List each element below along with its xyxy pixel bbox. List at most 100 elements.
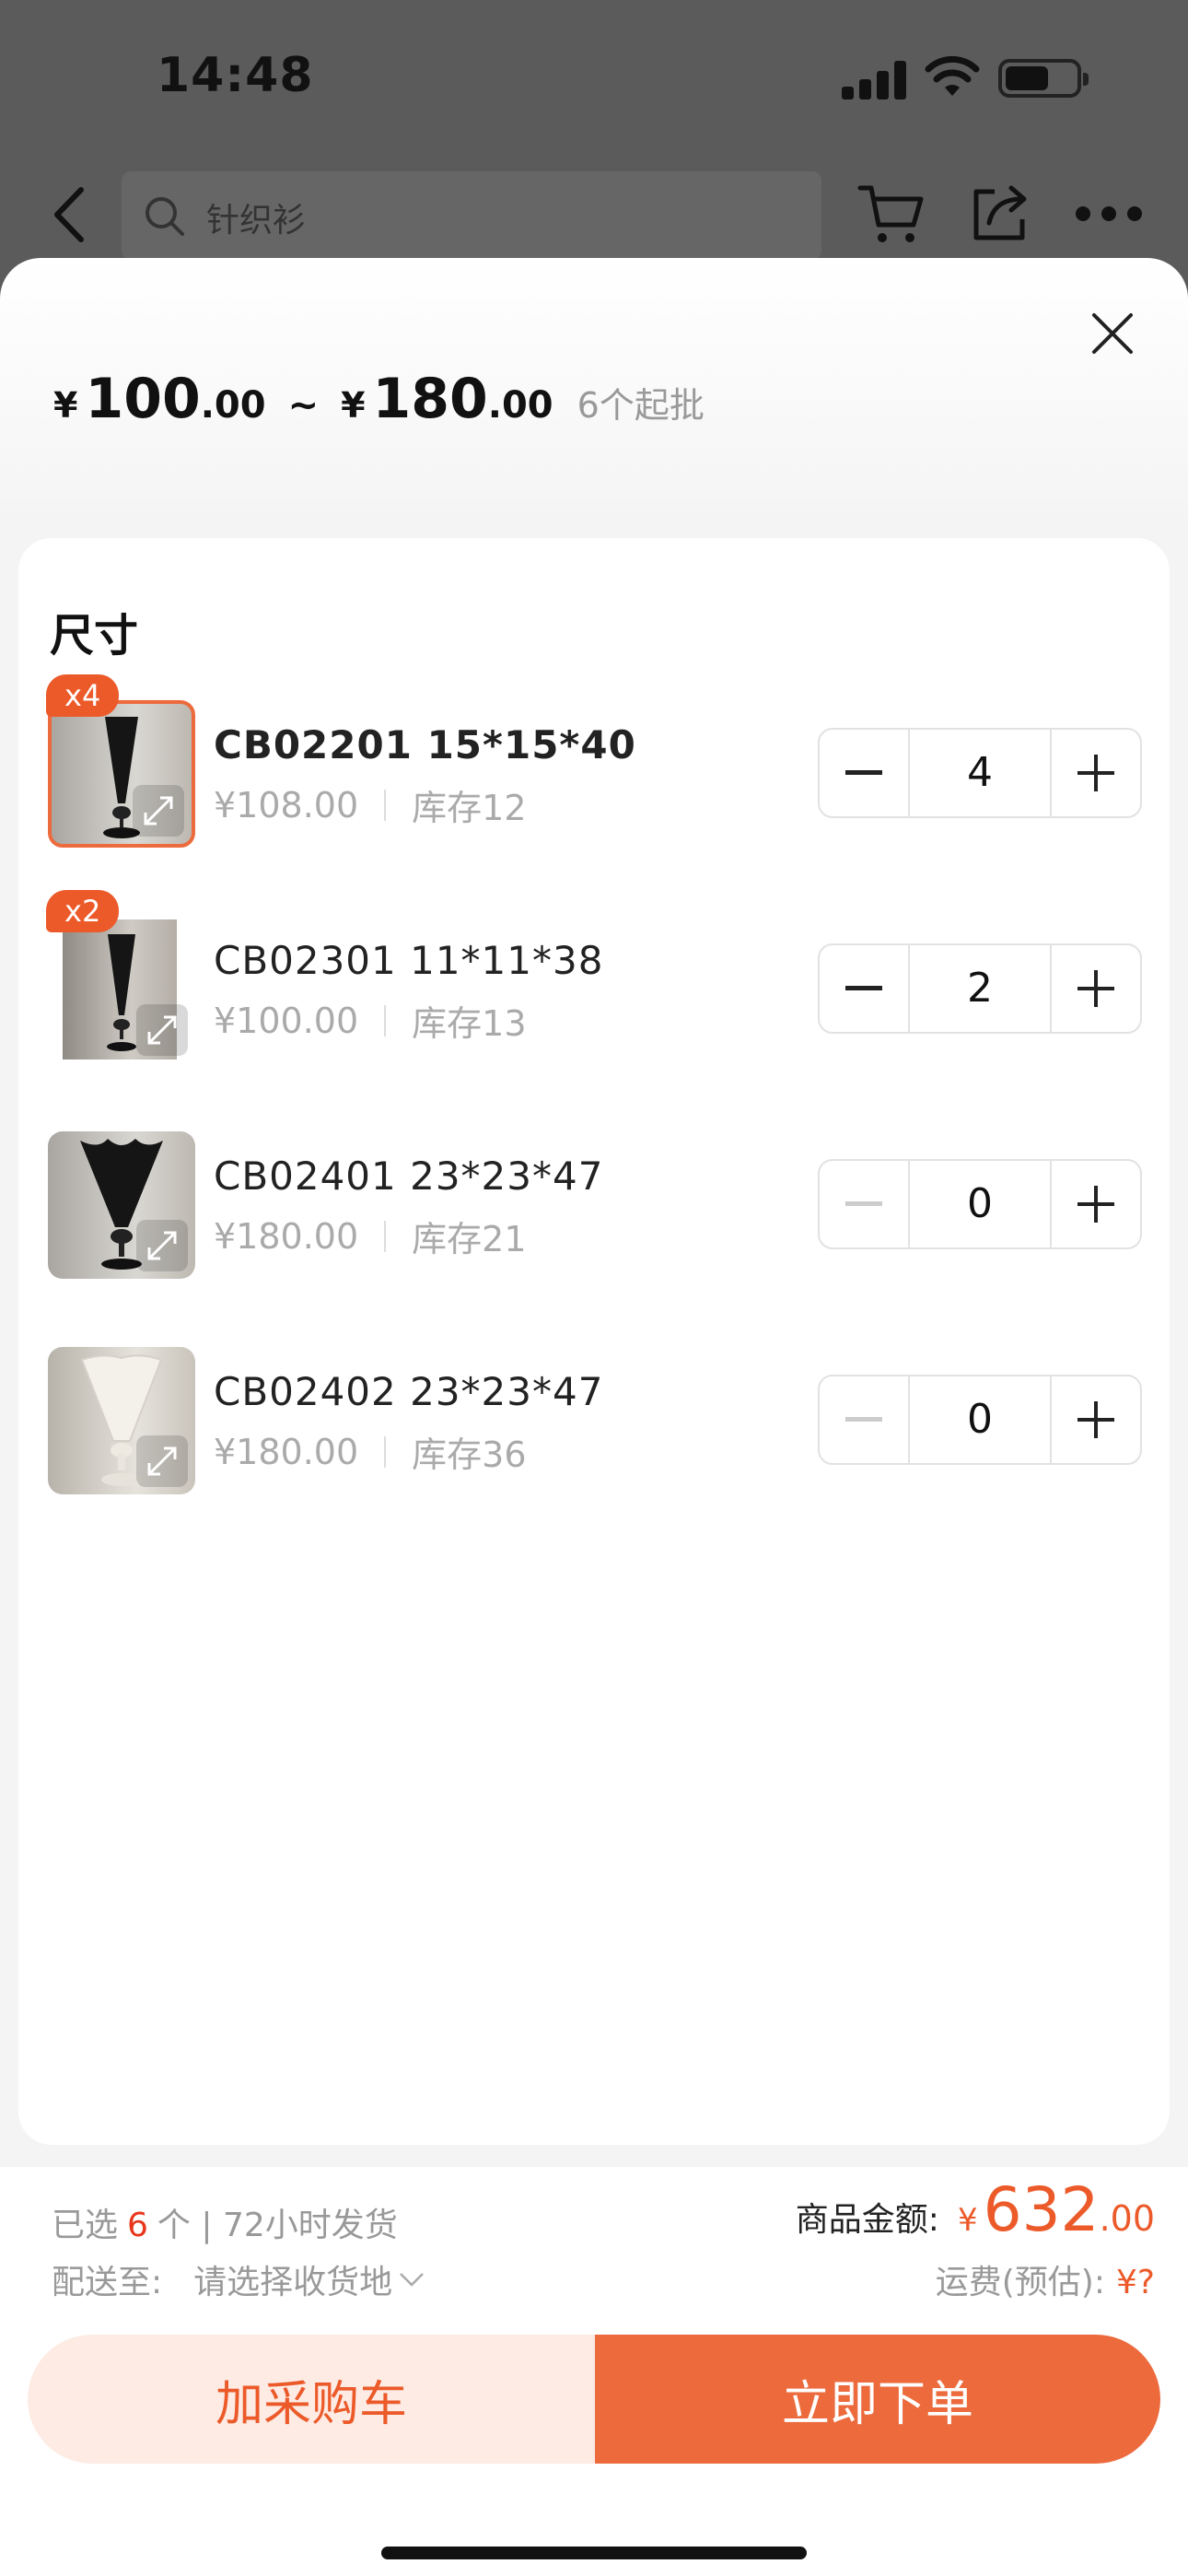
sku-stock: 库存12 [412, 788, 527, 828]
minus-icon [845, 986, 882, 990]
sku-row: x2 CB02301 11*11*38 ¥100.00 库存13 2 [18, 890, 1170, 1067]
plus-icon [1077, 755, 1114, 791]
price-max-currency: ¥ [341, 385, 366, 426]
price-max-dec: .00 [487, 384, 553, 427]
divider [384, 1435, 387, 1468]
product-thumbnail[interactable] [48, 916, 195, 1063]
sku-stock: 库存13 [412, 1003, 527, 1044]
wifi-icon [925, 55, 980, 96]
share-icon[interactable] [967, 181, 1033, 247]
amount-dec: .00 [1099, 2198, 1155, 2239]
plus-icon [1077, 1186, 1114, 1223]
selected-prefix: 已选 [52, 2207, 119, 2244]
plus-icon [1077, 970, 1114, 1007]
minus-icon [845, 1417, 882, 1422]
quantity-value[interactable]: 4 [908, 730, 1052, 816]
more-icon[interactable] [1076, 206, 1142, 225]
sku-price: ¥180.00 [214, 1215, 359, 1257]
sku-meta: ¥180.00 库存36 [214, 1426, 527, 1477]
chevron-down-icon [400, 2273, 425, 2287]
cart-icon[interactable] [856, 181, 926, 247]
decrement-button[interactable] [820, 1161, 908, 1247]
selected-summary: 已选 6 个 | 72小时发货 [52, 2198, 398, 2246]
qty-badge: x4 [46, 674, 120, 717]
decrement-button[interactable] [820, 945, 908, 1032]
search-placeholder: 针织衫 [206, 202, 307, 240]
increment-button[interactable] [1052, 1161, 1140, 1247]
back-icon[interactable] [44, 182, 99, 247]
buy-now-button[interactable]: 立即下单 [595, 2335, 1160, 2464]
goods-amount: 商品金额: ¥ 632 .00 [796, 2174, 1155, 2245]
sku-stock: 库存21 [412, 1219, 527, 1259]
divider [384, 789, 387, 821]
sku-meta: ¥180.00 库存21 [214, 1211, 527, 1261]
freight-estimate: 运费(预估): ¥? [936, 2255, 1155, 2303]
quantity-stepper: 0 [818, 1375, 1142, 1465]
product-thumbnail[interactable] [48, 1131, 195, 1279]
sku-price: ¥100.00 [214, 1000, 359, 1041]
amount-label: 商品金额: [795, 2201, 939, 2239]
price-separator: ~ [287, 384, 320, 427]
decrement-button[interactable] [820, 1376, 908, 1463]
decrement-button[interactable] [820, 730, 908, 816]
freight-value: ¥? [1115, 2264, 1155, 2301]
price-min-dec: .00 [200, 384, 266, 427]
sku-meta: ¥108.00 库存12 [214, 779, 527, 830]
close-icon[interactable] [1085, 306, 1140, 361]
sku-name: CB02401 23*23*47 [214, 1153, 604, 1199]
expand-icon[interactable] [136, 1220, 188, 1271]
sku-name: CB02201 15*15*40 [214, 722, 636, 767]
status-time: 14:48 [157, 48, 314, 103]
product-thumbnail[interactable] [48, 1347, 195, 1494]
sku-row: x4 CB02201 15*15*40 ¥108.00 库存12 4 [18, 674, 1170, 851]
ship-value: 请选择收货地 [193, 2264, 393, 2301]
sku-row: CB02402 23*23*47 ¥180.00 库存36 0 [18, 1341, 1170, 1498]
increment-button[interactable] [1052, 1376, 1140, 1463]
product-thumbnail[interactable] [48, 700, 195, 848]
status-bar: 14:48 [0, 0, 1188, 157]
increment-button[interactable] [1052, 730, 1140, 816]
min-order-qty: 6个起批 [577, 385, 705, 426]
section-title: 尺寸 [50, 610, 139, 662]
battery-icon [998, 59, 1089, 98]
search-bar[interactable]: 针织衫 [122, 171, 821, 260]
price-min-currency: ¥ [53, 385, 78, 426]
expand-icon[interactable] [133, 785, 184, 837]
sku-price: ¥108.00 [214, 784, 359, 825]
sku-stock: 库存36 [412, 1434, 527, 1475]
sku-meta: ¥100.00 库存13 [214, 995, 527, 1046]
checkout-footer: 已选 6 个 | 72小时发货 配送至: 请选择收货地 商品金额: ¥ 632 .0… [0, 2167, 1188, 2576]
quantity-stepper: 4 [818, 728, 1142, 818]
amount-int: 632 [983, 2174, 1100, 2245]
quantity-value[interactable]: 2 [908, 945, 1052, 1032]
minus-icon [845, 1201, 882, 1206]
selected-suffix: 个 | 72小时发货 [157, 2207, 398, 2244]
divider [384, 1220, 387, 1252]
add-to-cart-button[interactable]: 加采购车 [28, 2335, 595, 2464]
expand-icon[interactable] [136, 1004, 188, 1056]
amount-currency: ¥ [957, 2202, 978, 2239]
divider [384, 1004, 387, 1036]
increment-button[interactable] [1052, 945, 1140, 1032]
sku-name: CB02301 11*11*38 [214, 938, 604, 983]
quantity-value[interactable]: 0 [908, 1376, 1052, 1463]
home-indicator [381, 2547, 807, 2559]
qty-badge: x2 [46, 890, 120, 932]
price-range: ¥ 100 .00 ~ ¥ 180 .00 6个起批 [53, 367, 705, 431]
shipping-address-selector[interactable]: 配送至: 请选择收货地 [52, 2255, 425, 2303]
price-max-int: 180 [372, 367, 488, 431]
search-icon [146, 197, 184, 236]
ship-label: 配送至: [52, 2264, 163, 2301]
signal-icon [842, 59, 906, 100]
freight-label: 运费(预估): [935, 2264, 1105, 2301]
sku-row: CB02401 23*23*47 ¥180.00 库存21 0 [18, 1126, 1170, 1282]
expand-icon[interactable] [136, 1435, 188, 1487]
plus-icon [1077, 1401, 1114, 1438]
quantity-value[interactable]: 0 [908, 1161, 1052, 1247]
sku-name: CB02402 23*23*47 [214, 1369, 604, 1414]
quantity-stepper: 0 [818, 1159, 1142, 1249]
sku-card: 尺寸 x4 CB02201 15*15*40 ¥108.00 库存12 4 x2… [18, 538, 1170, 2145]
price-min-int: 100 [85, 367, 201, 431]
quantity-stepper: 2 [818, 943, 1142, 1034]
selected-count: 6 [127, 2207, 148, 2244]
